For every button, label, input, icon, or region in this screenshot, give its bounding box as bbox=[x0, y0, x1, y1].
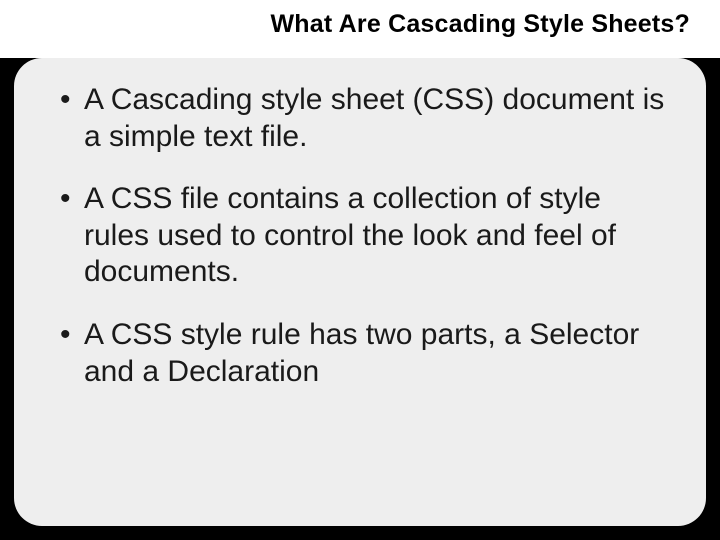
list-item: A Cascading style sheet (CSS) document i… bbox=[60, 82, 674, 155]
bullet-list: A Cascading style sheet (CSS) document i… bbox=[60, 82, 674, 390]
bullet-text: A CSS file contains a collection of styl… bbox=[84, 182, 616, 288]
list-item: A CSS file contains a collection of styl… bbox=[60, 181, 674, 291]
slide-title-bar: What Are Cascading Style Sheets? bbox=[0, 0, 720, 58]
slide-frame: What Are Cascading Style Sheets? A Casca… bbox=[0, 0, 720, 540]
slide-content-panel: A Cascading style sheet (CSS) document i… bbox=[14, 58, 706, 526]
list-item: A CSS style rule has two parts, a Select… bbox=[60, 317, 674, 390]
bullet-text: A Cascading style sheet (CSS) document i… bbox=[84, 83, 664, 153]
slide-title: What Are Cascading Style Sheets? bbox=[271, 10, 690, 39]
bullet-text: A CSS style rule has two parts, a Select… bbox=[84, 318, 639, 388]
